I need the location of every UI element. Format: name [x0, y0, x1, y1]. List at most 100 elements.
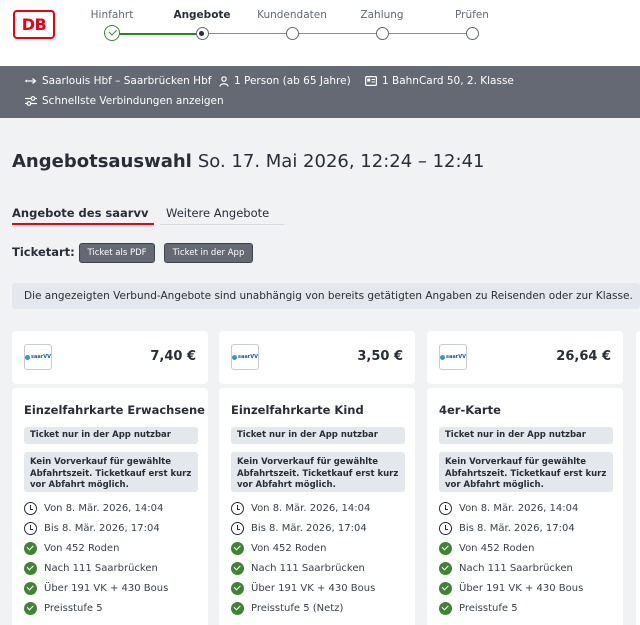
detail-text: Von 452 Roden	[459, 543, 535, 554]
detail-row: Bis 8. Mär. 2026, 17:04	[439, 522, 575, 535]
detail-text: Bis 8. Mär. 2026, 17:04	[251, 523, 367, 534]
page-title: Angebotsauswahl So. 17. Mai 2026, 12:24 –…	[12, 151, 484, 172]
detail-row: Über 191 VK + 430 Bous	[231, 582, 375, 595]
detail-text: Über 191 VK + 430 Bous	[44, 583, 169, 594]
offer-title: 4er-Karte	[439, 403, 501, 417]
ticket-pdf-button[interactable]: Ticket als PDF	[79, 243, 155, 263]
offer-title: Einzelfahrkarte Kind	[231, 403, 364, 417]
travel-date-time: So. 17. Mai 2026, 12:24 – 12:41	[197, 151, 485, 172]
offer-card-partial[interactable]	[636, 331, 640, 625]
check-icon	[231, 562, 244, 575]
filter-sliders-icon	[25, 96, 37, 106]
operator-logo-text: saarVV	[31, 354, 51, 360]
detail-text: Bis 8. Mär. 2026, 17:04	[459, 523, 575, 534]
offer-price: 7,40 €	[150, 349, 196, 364]
offer-card-header: saarVV 26,64 €	[427, 331, 623, 384]
detail-row: Preisstufe 5	[439, 602, 518, 615]
detail-text: Preisstufe 5	[44, 603, 103, 614]
offer-price: 3,50 €	[357, 349, 403, 364]
check-icon	[231, 542, 244, 555]
detail-text: Von 8. Mär. 2026, 14:04	[44, 503, 164, 514]
presale-info: Kein Vorverkauf für gewählte Abfahrtszei…	[439, 452, 613, 492]
check-icon	[24, 582, 37, 595]
fastest-connections-toggle[interactable]: Schnellste Verbindungen anzeigen	[25, 95, 224, 107]
ticket-type-label: Ticketart:	[12, 245, 75, 259]
booking-header: DB Hinfahrt Angebote Kundendaten Zahlung…	[0, 0, 640, 66]
offer-card-body: Einzelfahrkarte Kind Ticket nur in der A…	[219, 388, 415, 625]
route-text: Saarlouis Hbf – Saarbrücken Hbf	[42, 75, 212, 87]
detail-text: Preisstufe 5 (Netz)	[251, 603, 344, 614]
step-done-check-icon	[104, 25, 120, 41]
active-tab-indicator	[12, 223, 154, 225]
db-logo[interactable]: DB	[13, 10, 55, 39]
offer-card-body: 4er-Karte Ticket nur in der App nutzbar …	[427, 388, 623, 625]
route-arrow-icon	[25, 78, 37, 84]
bahncard-text: 1 BahnCard 50, 2. Klasse	[382, 75, 514, 87]
check-icon	[439, 582, 452, 595]
detail-row: Von 452 Roden	[439, 542, 534, 555]
tab-more-offers[interactable]: Weitere Angebote	[166, 206, 269, 220]
check-icon	[24, 542, 37, 555]
clock-icon	[24, 502, 37, 515]
db-logo-text: DB	[21, 14, 47, 34]
detail-row: Über 191 VK + 430 Bous	[24, 582, 168, 595]
ticket-app-button[interactable]: Ticket in der App	[164, 243, 253, 263]
detail-row: Nach 111 Saarbrücken	[231, 562, 365, 575]
travellers-text: 1 Person (ab 65 Jahre)	[234, 75, 351, 87]
route-summary[interactable]: Saarlouis Hbf – Saarbrücken Hbf	[25, 75, 211, 87]
detail-row: Von 8. Mär. 2026, 14:04	[439, 502, 578, 515]
app-only-badge: Ticket nur in der App nutzbar	[231, 427, 405, 444]
detail-row: Von 8. Mär. 2026, 14:04	[24, 502, 163, 515]
check-icon	[231, 602, 244, 615]
detail-text: Über 191 VK + 430 Bous	[251, 583, 376, 594]
step-todo-dot-icon	[285, 27, 299, 40]
step-pruefen: Prüfen	[422, 0, 522, 40]
app-only-badge: Ticket nur in der App nutzbar	[439, 427, 613, 444]
clock-icon	[439, 502, 452, 515]
detail-row: Von 452 Roden	[231, 542, 326, 555]
detail-text: Bis 8. Mär. 2026, 17:04	[44, 523, 160, 534]
presale-info: Kein Vorverkauf für gewählte Abfahrtszei…	[24, 452, 198, 492]
operator-logo-text: saarVV	[446, 354, 466, 360]
step-todo-dot-icon	[465, 27, 479, 40]
detail-row: Nach 111 Saarbrücken	[439, 562, 573, 575]
offer-price: 26,64 €	[556, 349, 611, 364]
step-hinfahrt[interactable]: Hinfahrt	[62, 0, 162, 41]
check-icon	[439, 602, 452, 615]
fastest-text: Schnellste Verbindungen anzeigen	[42, 95, 224, 107]
tab-saarvv-offers[interactable]: Angebote des saarvv	[12, 206, 148, 220]
detail-row: Preisstufe 5 (Netz)	[231, 602, 343, 615]
clock-icon	[231, 502, 244, 515]
presale-info: Kein Vorverkauf für gewählte Abfahrtszei…	[231, 452, 405, 492]
detail-text: Von 8. Mär. 2026, 14:04	[459, 503, 579, 514]
bahncard-summary[interactable]: 1 BahnCard 50, 2. Klasse	[365, 75, 514, 87]
app-only-badge: Ticket nur in der App nutzbar	[24, 427, 198, 444]
bahncard-icon	[365, 76, 377, 86]
detail-row: Über 191 VK + 430 Bous	[439, 582, 583, 595]
check-icon	[439, 542, 452, 555]
detail-row: Nach 111 Saarbrücken	[24, 562, 158, 575]
journey-summary-bar: Saarlouis Hbf – Saarbrücken Hbf 1 Person…	[0, 66, 640, 118]
detail-row: Von 8. Mär. 2026, 14:04	[231, 502, 370, 515]
detail-text: Von 452 Roden	[251, 543, 327, 554]
operator-logo-text: saarVV	[238, 354, 258, 360]
check-icon	[24, 602, 37, 615]
clock-icon	[439, 522, 452, 535]
travellers-summary[interactable]: 1 Person (ab 65 Jahre)	[219, 75, 351, 87]
step-current-dot-icon	[195, 27, 209, 40]
detail-row: Von 452 Roden	[24, 542, 119, 555]
step-label: Kundendaten	[257, 9, 327, 21]
clock-icon	[231, 522, 244, 535]
detail-text: Nach 111 Saarbrücken	[459, 563, 573, 574]
saarvv-logo: saarVV	[231, 344, 259, 370]
saarvv-logo: saarVV	[24, 344, 52, 370]
step-zahlung: Zahlung	[332, 0, 432, 40]
detail-text: Von 8. Mär. 2026, 14:04	[251, 503, 371, 514]
detail-text: Nach 111 Saarbrücken	[251, 563, 365, 574]
clock-icon	[24, 522, 37, 535]
saarvv-logo: saarVV	[439, 344, 467, 370]
step-label: Angebote	[173, 9, 231, 21]
step-todo-dot-icon	[375, 27, 389, 40]
person-icon	[219, 75, 229, 87]
offer-card-body: Einzelfahrkarte Erwachsene Ticket nur in…	[12, 388, 208, 625]
